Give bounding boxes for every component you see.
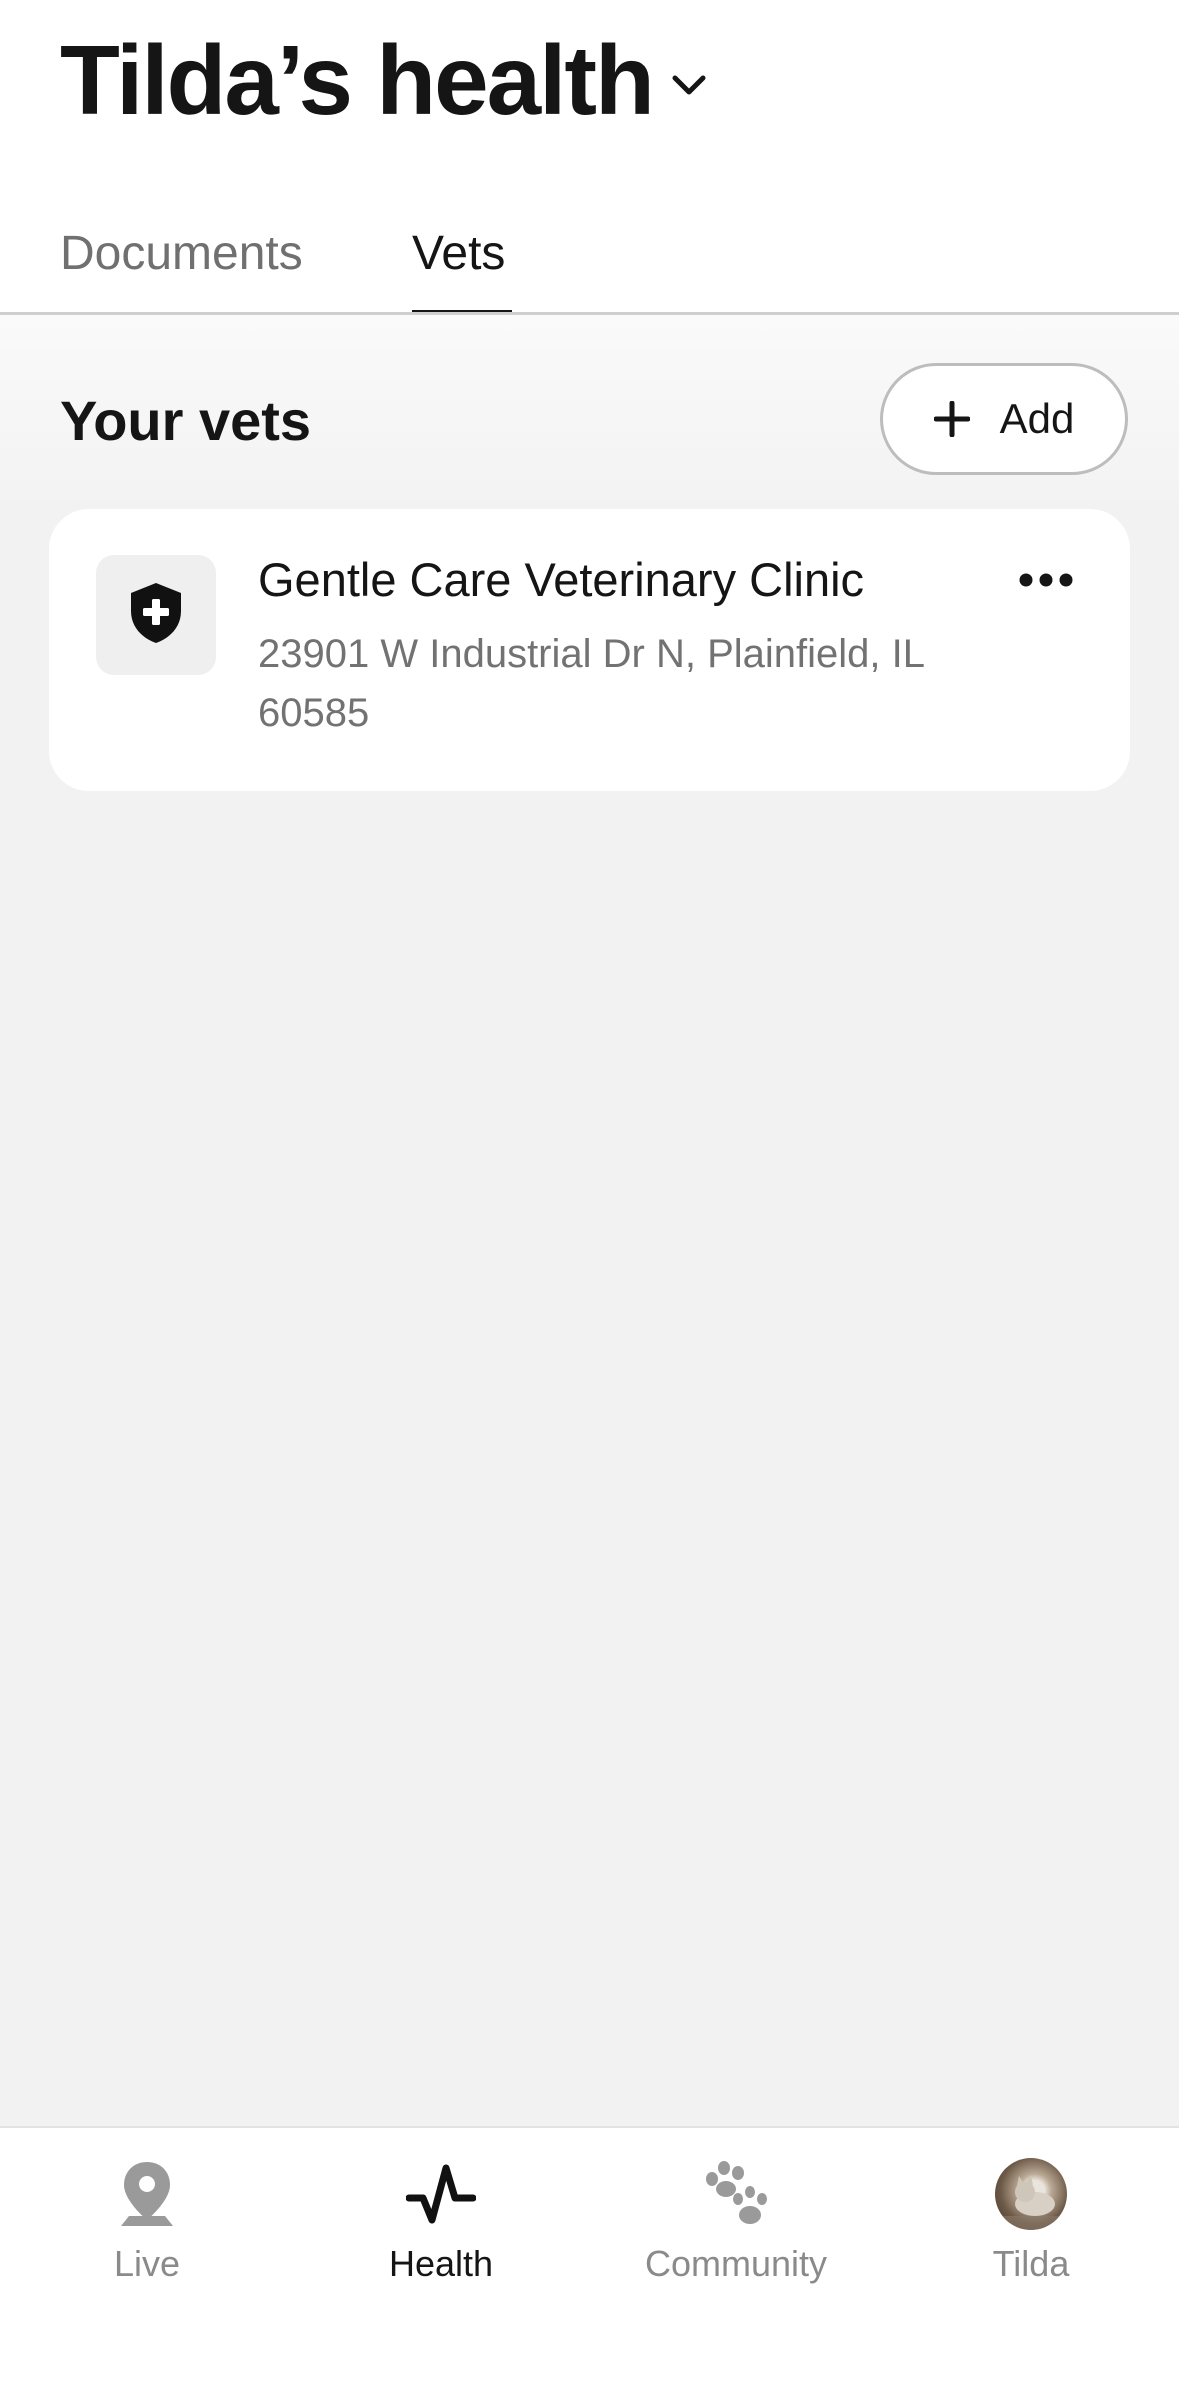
header-area: Tilda’s health Documents Vets (0, 0, 1179, 314)
add-button-label: Add (999, 395, 1075, 442)
location-pin-icon (107, 2154, 187, 2234)
nav-label-health: Health (388, 2243, 494, 2284)
section-title: Your vets (60, 389, 312, 452)
nav-label-live: Live (113, 2243, 181, 2284)
tab-bar: Documents Vets (0, 200, 1179, 314)
paw-icon (696, 2154, 776, 2234)
nav-label-community: Community (644, 2243, 828, 2284)
vet-name: Gentle Care Veterinary Clinic (258, 553, 865, 606)
chevron-down-icon (669, 65, 709, 105)
shield-plus-icon (128, 581, 184, 649)
nav-label-tilda: Tilda (992, 2243, 1070, 2284)
avatar-container (991, 2154, 1071, 2234)
more-horizontal-icon (1018, 572, 1074, 592)
pet-switcher[interactable]: Tilda’s health (60, 20, 709, 140)
nav-item-live[interactable]: Live (17, 2154, 277, 2304)
bottom-nav: Live Health Community Tilda (0, 2126, 1179, 2396)
page-title: Tilda’s health (60, 25, 655, 135)
tab-vets[interactable]: Vets (412, 224, 505, 284)
avatar (995, 2158, 1067, 2230)
tab-documents[interactable]: Documents (60, 224, 303, 284)
nav-item-health[interactable]: Health (311, 2154, 571, 2304)
nav-item-community[interactable]: Community (606, 2154, 866, 2304)
vet-icon-container (96, 555, 216, 675)
heartbeat-icon (401, 2154, 481, 2234)
nav-item-tilda[interactable]: Tilda (901, 2154, 1161, 2304)
add-vet-button[interactable]: Add (880, 363, 1128, 475)
vet-address: 23901 W Industrial Dr N, Plainfield, IL … (258, 632, 924, 735)
more-options-button[interactable] (1011, 557, 1081, 607)
plus-icon (933, 400, 971, 438)
vet-card[interactable]: Gentle Care Veterinary Clinic 23901 W In… (49, 509, 1130, 791)
